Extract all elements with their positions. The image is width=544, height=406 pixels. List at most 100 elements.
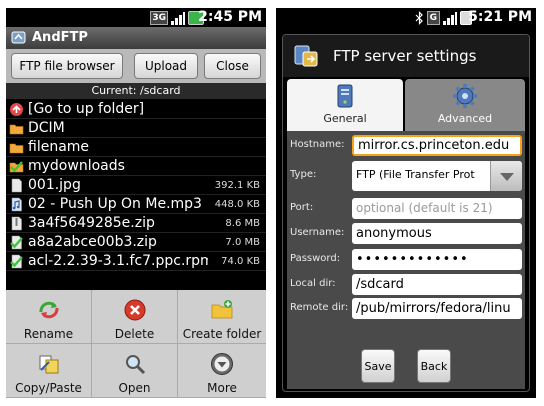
save-button[interactable]: Save: [361, 349, 395, 383]
password-field[interactable]: •••••••••••••: [352, 249, 522, 270]
create-folder-icon: [211, 300, 233, 319]
username-label: Username:: [290, 227, 345, 238]
remote-dir-row: Remote dir: /pub/mirrors/fedora/linu: [287, 298, 525, 320]
bluetooth-icon: [415, 10, 424, 25]
options-menu: Rename Delete Create folder Copy/Paste O…: [6, 290, 266, 398]
checked-file-icon: [10, 254, 23, 269]
file-name: DCIM: [28, 120, 65, 136]
menu-label: Create folder: [182, 327, 262, 341]
port-field[interactable]: optional (default is 21): [352, 198, 522, 219]
menu-item-more[interactable]: More: [178, 344, 266, 398]
more-icon: [211, 353, 233, 375]
file-icon: [11, 216, 22, 231]
tab-advanced[interactable]: Advanced: [405, 79, 525, 131]
app-title-bar: AndFTP: [6, 27, 266, 49]
status-time: 2:45 PM: [198, 9, 262, 25]
type-selected-value: FTP (File Transfer Prot: [356, 168, 475, 181]
file-icon: [11, 178, 22, 193]
status-bar: 3G 2:45 PM: [6, 8, 266, 27]
server-icon: [337, 84, 353, 108]
menu-item-delete[interactable]: Delete: [92, 290, 178, 344]
hostname-field[interactable]: mirror.cs.princeton.edu: [352, 135, 522, 156]
local-dir-field[interactable]: /sdcard: [352, 274, 522, 295]
tab-label: General: [323, 112, 367, 125]
file-name: 02 - Push Up On Me.mp3: [28, 196, 202, 212]
tab-general[interactable]: General: [287, 79, 403, 131]
file-name: 3a4f5649285e.zip: [28, 215, 155, 231]
list-item[interactable]: a8a2abce00b3.zip 7.0 MB: [6, 233, 266, 252]
list-item[interactable]: 001.jpg 392.1 KB: [6, 176, 266, 195]
file-size: 392.1 KB: [214, 180, 260, 191]
file-size: 7.0 MB: [225, 237, 260, 248]
type-select[interactable]: FTP (File Transfer Prot: [352, 161, 522, 191]
file-size: 448.0 KB: [214, 199, 260, 210]
file-size: 8.6 MB: [225, 218, 260, 229]
settings-tabs: General Advanced: [287, 79, 525, 131]
file-name: a8a2abce00b3.zip: [28, 234, 157, 250]
menu-label: More: [207, 381, 237, 395]
andftp-file-browser-screen: 3G 2:45 PM AndFTP FTP file browser Uploa…: [6, 8, 266, 398]
ftp-server-settings-dialog: FTP server settings General Advanced Hos…: [282, 34, 530, 392]
remote-dir-label: Remote dir:: [290, 302, 349, 313]
upload-button[interactable]: Upload: [134, 53, 198, 79]
back-button[interactable]: Back: [417, 349, 451, 383]
signal-strength-icon: [171, 11, 185, 25]
menu-item-rename[interactable]: Rename: [6, 290, 92, 344]
file-list: [Go to up folder] DCIM filename mydownlo…: [6, 100, 266, 290]
username-field[interactable]: anonymous: [352, 223, 522, 244]
file-name: [Go to up folder]: [28, 101, 145, 117]
menu-label: Open: [118, 381, 151, 395]
list-item[interactable]: 02 - Push Up On Me.mp3 448.0 KB: [6, 195, 266, 214]
local-dir-label: Local dir:: [290, 278, 336, 289]
copy-paste-icon: [39, 355, 58, 374]
folder-icon: [9, 124, 24, 135]
status-bar: G 5:21 PM: [276, 8, 536, 27]
list-item[interactable]: [Go to up folder]: [6, 100, 266, 119]
type-row: Type: FTP (File Transfer Prot: [287, 161, 525, 193]
checked-folder-icon: [9, 161, 24, 173]
menu-label: Copy/Paste: [15, 381, 82, 395]
file-name: mydownloads: [28, 158, 125, 174]
list-item[interactable]: mydownloads: [6, 157, 266, 176]
app-title: AndFTP: [32, 30, 88, 45]
port-label: Port:: [290, 202, 314, 213]
password-row: Password: •••••••••••••: [287, 249, 525, 271]
close-button[interactable]: Close: [204, 53, 261, 79]
type-dropdown-button[interactable]: [490, 161, 522, 191]
current-path: Current: /sdcard: [6, 83, 266, 99]
file-size: 74.0 KB: [221, 256, 260, 267]
ftp-file-browser-button[interactable]: FTP file browser: [11, 53, 123, 79]
tab-label: Advanced: [437, 112, 493, 125]
signal-strength-icon: [443, 11, 457, 25]
folder-icon: [9, 143, 24, 154]
status-time: 5:21 PM: [468, 9, 532, 25]
list-item[interactable]: filename: [6, 138, 266, 157]
list-item[interactable]: 3a4f5649285e.zip 8.6 MB: [6, 214, 266, 233]
dialog-title-bar: FTP server settings: [283, 35, 529, 77]
andftp-app-icon: [11, 31, 26, 44]
network-type-icon: 3G: [150, 10, 168, 25]
menu-item-copy-paste[interactable]: Copy/Paste: [6, 344, 92, 398]
music-file-icon: [11, 197, 22, 212]
hostname-row: Hostname: mirror.cs.princeton.edu: [287, 135, 525, 157]
checked-file-icon: [10, 235, 23, 250]
file-name: 001.jpg: [28, 177, 81, 193]
list-item[interactable]: DCIM: [6, 119, 266, 138]
chevron-down-icon: [500, 173, 514, 181]
menu-label: Delete: [114, 327, 155, 341]
username-row: Username: anonymous: [287, 223, 525, 245]
menu-item-create-folder[interactable]: Create folder: [178, 290, 266, 344]
network-type-icon: G: [426, 10, 440, 25]
gear-icon: [453, 84, 477, 108]
menu-item-open[interactable]: Open: [92, 344, 178, 398]
hostname-label: Hostname:: [290, 139, 345, 150]
local-dir-row: Local dir: /sdcard: [287, 274, 525, 296]
password-label: Password:: [290, 253, 341, 264]
remote-dir-field[interactable]: /pub/mirrors/fedora/linu: [352, 298, 522, 319]
ftp-server-icon: [294, 45, 318, 67]
file-name: filename: [28, 139, 90, 155]
open-icon: [125, 355, 145, 375]
delete-icon: [124, 299, 145, 321]
type-label: Type:: [290, 169, 317, 180]
list-item[interactable]: acl-2.2.39-3.1.fc7.ppc.rpm 74.0 KB: [6, 252, 266, 271]
